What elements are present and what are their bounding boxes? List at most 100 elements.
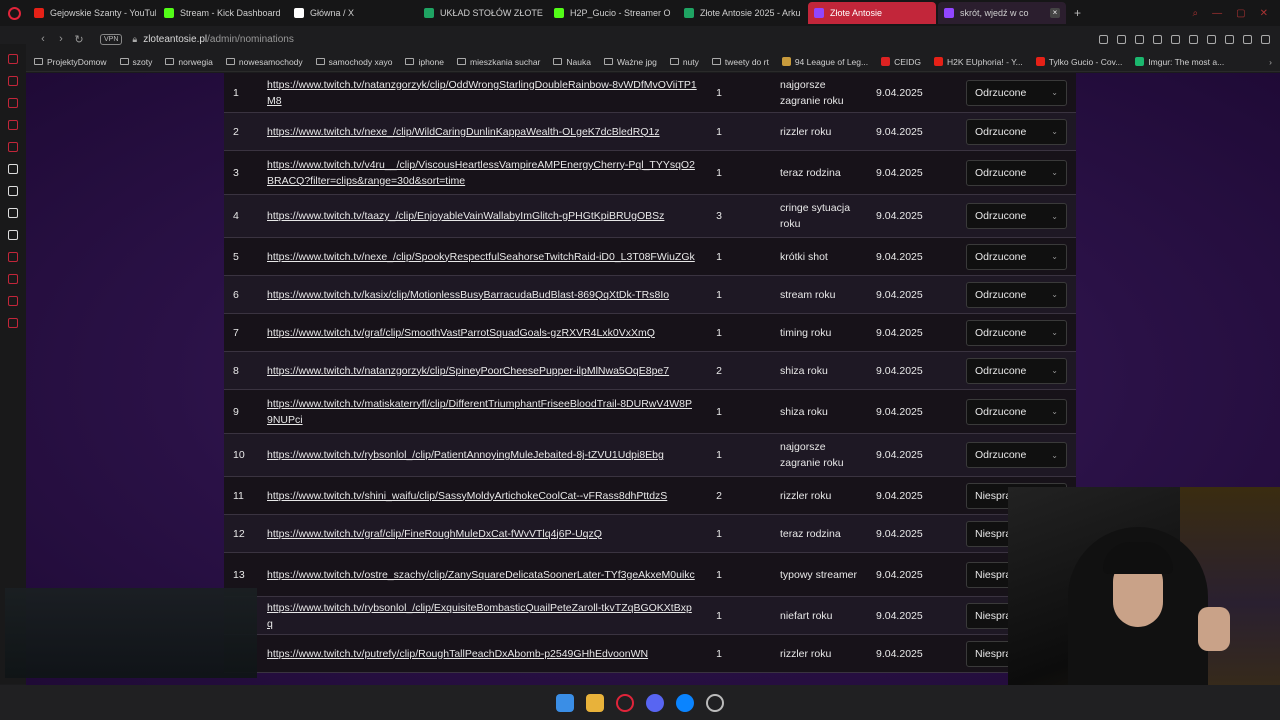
bookmarks-more-icon[interactable]: › — [1269, 57, 1280, 67]
status-select[interactable]: Odrzucone ⌄ — [966, 398, 1067, 425]
status-select[interactable]: Odrzucone ⌄ — [966, 243, 1067, 270]
browser-tab[interactable]: UKŁAD STOŁÓW ZŁOTE — [418, 2, 546, 24]
clip-link[interactable]: https://www.twitch.tv/putrefy/clip/Rough… — [267, 646, 648, 662]
bookmark-item[interactable]: Ważne jpg — [603, 57, 657, 67]
bookmark-item[interactable]: 94 League of Leg... — [781, 57, 868, 67]
menu-icon[interactable] — [1261, 34, 1270, 44]
minimize-icon[interactable]: — — [1212, 8, 1222, 19]
clip-link[interactable]: https://www.twitch.tv/rybsonlol_/clip/Pa… — [267, 447, 664, 463]
bookmark-item[interactable]: Nauka — [553, 57, 591, 67]
clip-link[interactable]: https://www.twitch.tv/graf/clip/FineRoug… — [267, 526, 602, 542]
chevron-down-icon: ⌄ — [1051, 290, 1058, 299]
status-select[interactable]: Odrzucone ⌄ — [966, 79, 1067, 106]
status-select[interactable]: Odrzucone ⌄ — [966, 159, 1067, 186]
messenger-taskbar-icon[interactable] — [676, 693, 694, 712]
browser-tab[interactable]: skrót, wjedź w co × — [938, 2, 1066, 24]
snapshot-icon[interactable] — [1117, 34, 1126, 44]
clip-link[interactable]: https://www.twitch.tv/kasix/clip/Motionl… — [267, 287, 669, 303]
clip-link[interactable]: https://www.twitch.tv/shini_waifu/clip/S… — [267, 488, 667, 504]
bookmark-item[interactable]: H2K EUphoria! - Y... — [934, 57, 1023, 67]
sidebar-messenger-icon[interactable] — [8, 54, 18, 64]
clip-link[interactable]: https://www.twitch.tv/v4ru__/clip/Viscou… — [267, 157, 697, 189]
opera-taskbar-icon[interactable] — [616, 693, 634, 712]
folder-icon — [457, 58, 466, 65]
url-field[interactable]: zloteantosie.pl/admin/nominations — [143, 34, 294, 45]
clip-link[interactable]: https://www.twitch.tv/graf/clip/SmoothVa… — [267, 325, 655, 341]
category-name: najgorsze zagranie roku — [780, 78, 844, 107]
obs-taskbar-icon[interactable] — [706, 693, 724, 712]
file-explorer-icon[interactable] — [586, 693, 604, 712]
bookmark-item[interactable]: CEIDG — [881, 57, 921, 67]
browser-tab[interactable]: Główna / X — [288, 2, 416, 24]
sidebar-pin-icon[interactable] — [8, 296, 18, 306]
row-number: 3 — [233, 166, 239, 179]
bookmark-item[interactable]: Imgur: The most a... — [1135, 57, 1224, 67]
browser-tab[interactable]: Złote Antosie — [808, 2, 936, 24]
site-favicon-icon — [1035, 57, 1045, 66]
new-tab-icon[interactable]: + — [1074, 6, 1081, 20]
browser-tab[interactable]: H2P_Gucio - Streamer O — [548, 2, 676, 24]
tab-title: H2P_Gucio - Streamer O — [570, 8, 671, 18]
address-bar-actions — [1099, 34, 1280, 44]
sidebar-aria-icon[interactable] — [8, 164, 18, 174]
clip-link[interactable]: https://www.twitch.tv/nexe_/clip/WildCar… — [267, 124, 660, 140]
sidebar-x-icon[interactable] — [8, 230, 18, 240]
bookmark-item[interactable]: samochody xayo — [315, 57, 392, 67]
bookmark-item[interactable]: norwegia — [165, 57, 213, 67]
back-icon[interactable]: ‹ — [34, 33, 52, 45]
sidebar-settings-icon[interactable] — [8, 318, 18, 328]
bookmark-icon[interactable] — [1099, 34, 1108, 44]
status-select[interactable]: Odrzucone ⌄ — [966, 203, 1067, 229]
clip-link[interactable]: https://www.twitch.tv/nexe_/clip/SpookyR… — [267, 249, 695, 265]
sidebar-player-icon[interactable] — [8, 252, 18, 262]
status-select[interactable]: Odrzucone ⌄ — [966, 442, 1067, 468]
sidebar-news-icon[interactable] — [8, 142, 18, 152]
bookmark-item[interactable]: mieszkania suchar — [457, 57, 540, 67]
row-number: 8 — [233, 364, 239, 377]
extensions-icon[interactable] — [1207, 34, 1216, 44]
opera-menu-icon[interactable] — [0, 0, 28, 26]
search-tabs-icon[interactable]: ⌕ — [1193, 8, 1199, 19]
bookmark-item[interactable]: nowesamochody — [225, 57, 303, 67]
start-icon[interactable] — [556, 693, 574, 712]
status-select[interactable]: Odrzucone ⌄ — [966, 357, 1067, 384]
status-select[interactable]: Odrzucone ⌄ — [966, 281, 1067, 308]
sidebar-clock-icon[interactable] — [8, 274, 18, 284]
discord-taskbar-icon[interactable] — [646, 693, 664, 712]
close-window-icon[interactable]: ✕ — [1260, 8, 1268, 19]
sidebar-chatgpt-icon[interactable] — [8, 186, 18, 196]
bookmark-item[interactable]: nuty — [669, 57, 699, 67]
player-icon[interactable] — [1153, 34, 1162, 44]
clip-link[interactable]: https://www.twitch.tv/natanzgorzyk/clip/… — [267, 363, 669, 379]
forward-icon[interactable]: › — [52, 33, 70, 45]
maximize-icon[interactable]: ▢ — [1236, 8, 1245, 19]
reload-icon[interactable]: ↻ — [70, 33, 88, 46]
vpn-badge[interactable]: VPN — [100, 33, 123, 45]
profile-icon[interactable] — [1225, 34, 1234, 44]
bookmark-item[interactable]: iphone — [405, 57, 444, 67]
bookmark-item[interactable]: Tylko Gucio - Cov... — [1035, 57, 1122, 67]
bookmark-item[interactable]: tweety do rt — [711, 57, 769, 67]
sidebar-instagram-icon[interactable] — [8, 120, 18, 130]
browser-tab[interactable]: Stream - Kick Dashboard — [158, 2, 286, 24]
bookmark-item[interactable]: szoty — [119, 57, 152, 67]
clip-link[interactable]: https://www.twitch.tv/natanzgorzyk/clip/… — [267, 77, 697, 109]
status-select[interactable]: Odrzucone ⌄ — [966, 319, 1067, 346]
tab-close-icon[interactable]: × — [1050, 8, 1060, 18]
clip-link[interactable]: https://www.twitch.tv/taazy_/clip/Enjoya… — [267, 208, 664, 224]
browser-tab[interactable]: Złote Antosie 2025 - Arku — [678, 2, 806, 24]
clip-link[interactable]: https://www.twitch.tv/matiskaterryfl/cli… — [267, 396, 697, 428]
browser-tab[interactable]: Gejowskie Szanty - YouTube — [28, 2, 156, 24]
clip-link[interactable]: https://www.twitch.tv/rybsonlol_/clip/Ex… — [267, 600, 697, 632]
shield-icon[interactable] — [1135, 34, 1144, 44]
sidebar-history-icon[interactable] — [8, 76, 18, 86]
download-icon[interactable] — [1243, 34, 1252, 44]
clip-link[interactable]: https://www.twitch.tv/ostre_szachy/clip/… — [267, 567, 695, 583]
heart-icon[interactable] — [1189, 34, 1198, 44]
bookmark-item[interactable]: ProjektyDomow — [34, 57, 107, 67]
sidebar-wallet-icon[interactable] — [8, 98, 18, 108]
sidebar-discord-icon[interactable] — [8, 208, 18, 218]
wallet-icon[interactable] — [1171, 34, 1180, 44]
status-value: Odrzucone — [975, 250, 1027, 263]
status-select[interactable]: Odrzucone ⌄ — [966, 118, 1067, 145]
